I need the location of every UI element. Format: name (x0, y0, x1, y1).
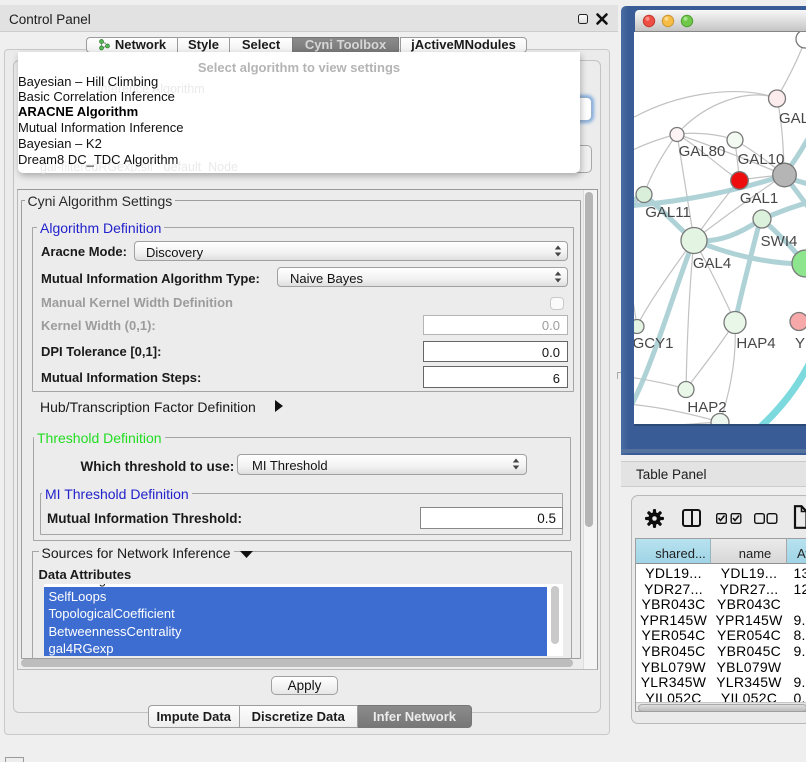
svg-text:HAP4: HAP4 (736, 335, 775, 352)
svg-text:GAL80: GAL80 (679, 143, 726, 160)
svg-text:GAL11: GAL11 (645, 204, 691, 221)
svg-text:HAP2: HAP2 (687, 399, 726, 416)
svg-text:GAL2: GAL2 (779, 110, 806, 127)
svg-text:GAL4: GAL4 (693, 255, 731, 272)
svg-text:GAL1: GAL1 (740, 190, 778, 207)
svg-text:GAL10: GAL10 (738, 151, 785, 168)
svg-text:YEL0: YEL0 (795, 335, 806, 352)
svg-text:SWI4: SWI4 (761, 233, 798, 250)
svg-text:GCY1: GCY1 (634, 335, 673, 352)
